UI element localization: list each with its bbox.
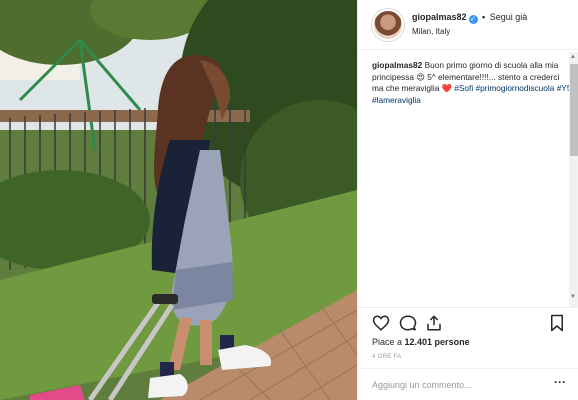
- follow-button[interactable]: Segui già: [490, 12, 528, 22]
- photo-image: [0, 0, 357, 400]
- separator-dot: •: [482, 12, 486, 22]
- scroll-down-icon[interactable]: ▼: [570, 294, 576, 300]
- location-link[interactable]: Milan, Italy: [412, 27, 450, 36]
- post-timestamp[interactable]: 4 ORE FA: [372, 354, 401, 360]
- post-caption: giopalmas82 Buon primo giorno di scuola …: [372, 60, 572, 106]
- post-details-panel: giopalmas82 ✓ • Segui già Milan, Italy gi…: [357, 0, 578, 400]
- likes-prefix: Piace a: [372, 337, 405, 347]
- post-actions: Piace a 12.401 persone 4 ORE FA ···: [358, 307, 578, 400]
- avatar[interactable]: [372, 9, 404, 41]
- share-icon[interactable]: [425, 314, 443, 332]
- comment-bar: ···: [358, 368, 578, 400]
- post-header: giopalmas82 ✓ • Segui già Milan, Italy: [358, 0, 578, 50]
- likes-count[interactable]: Piace a 12.401 persone: [372, 337, 470, 347]
- likes-number[interactable]: 12.401 persone: [405, 337, 470, 347]
- bookmark-icon[interactable]: [548, 314, 566, 332]
- more-options-icon[interactable]: ···: [554, 375, 566, 389]
- hashtag-lameraviglia[interactable]: #lameraviglia: [372, 95, 421, 105]
- scroll-up-icon[interactable]: ▲: [570, 54, 576, 60]
- hashtag-primogiorno[interactable]: #primogiornodiscuola: [476, 83, 555, 93]
- scrollbar-thumb[interactable]: [570, 64, 578, 156]
- post-photo[interactable]: [0, 0, 357, 400]
- username-link[interactable]: giopalmas82: [412, 12, 467, 22]
- heart-icon[interactable]: [372, 314, 390, 332]
- caption-username[interactable]: giopalmas82: [372, 60, 422, 70]
- user-line: giopalmas82 ✓ • Segui già: [412, 12, 527, 24]
- hashtag-sofi[interactable]: #Sofi: [454, 83, 473, 93]
- comment-input[interactable]: [372, 380, 542, 390]
- comment-icon[interactable]: [399, 314, 417, 332]
- verified-icon: ✓: [468, 15, 478, 24]
